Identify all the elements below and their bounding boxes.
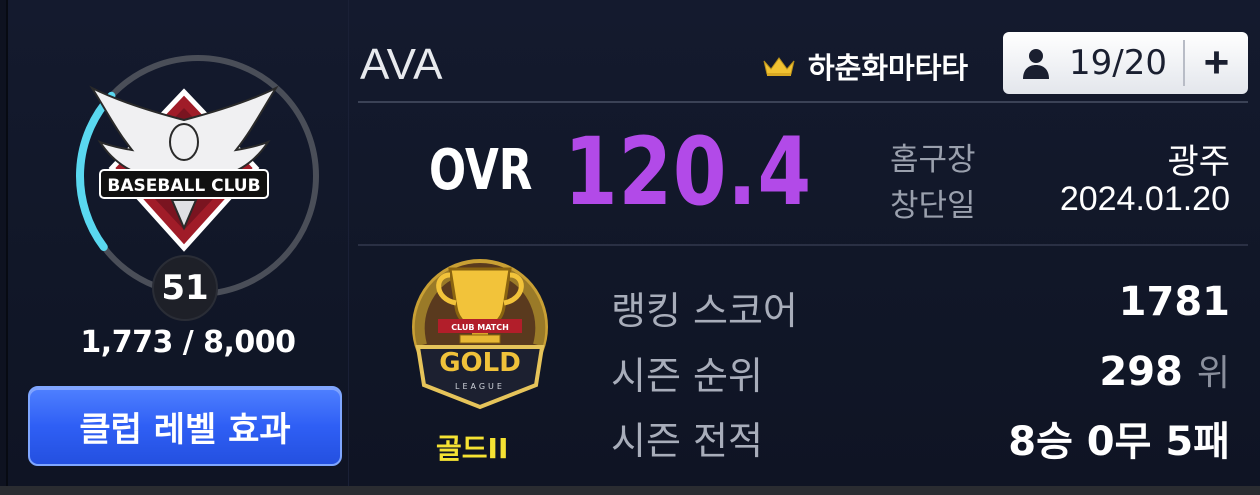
owner-name: 하춘화마타타 bbox=[808, 51, 969, 85]
gold-league-emblem: CLUB MATCH GOLD LEAGUE bbox=[412, 259, 548, 410]
club-name: AVA bbox=[360, 40, 444, 89]
ranking-score-label: 랭킹 스코어 bbox=[611, 289, 798, 333]
ovr-label: OVR bbox=[429, 138, 533, 203]
club-owner: 하춘화마타타 bbox=[762, 46, 968, 86]
bottom-strip bbox=[0, 486, 1260, 495]
home-stadium-value: 광주 bbox=[1167, 143, 1230, 181]
home-stadium-label: 홈구장 bbox=[890, 142, 976, 178]
club-exp-text: 1,773 / 8,000 bbox=[80, 325, 296, 360]
club-emblem: BASEBALL CLUB bbox=[89, 85, 279, 252]
member-count: 19/20 bbox=[1069, 43, 1167, 83]
season-rank-label: 시즌 순위 bbox=[611, 354, 763, 398]
club-level-badge: 51 bbox=[152, 255, 218, 321]
ovr-value: 120.4 bbox=[564, 118, 812, 227]
league-name: 골드II bbox=[436, 432, 509, 465]
emblem-text: BASEBALL CLUB bbox=[107, 176, 260, 196]
league-emblem-top-text: CLUB MATCH bbox=[451, 323, 509, 332]
section-divider bbox=[358, 244, 1248, 246]
season-rank: 298 위 bbox=[1099, 344, 1230, 396]
league-emblem-title: GOLD bbox=[439, 348, 521, 378]
add-member-button[interactable]: + bbox=[1185, 32, 1248, 94]
ranking-score-value: 1781 bbox=[1118, 279, 1230, 325]
person-icon bbox=[1023, 49, 1049, 79]
column-divider bbox=[348, 0, 349, 488]
season-rank-value: 298 bbox=[1099, 349, 1183, 395]
header-divider bbox=[358, 101, 1248, 103]
crown-icon bbox=[763, 57, 795, 76]
founded-date-label: 창단일 bbox=[890, 188, 976, 224]
member-count-box: 19/20 + bbox=[1003, 32, 1248, 94]
season-record-label: 시즌 전적 bbox=[611, 419, 763, 463]
founded-date-value: 2024.01.20 bbox=[1059, 180, 1230, 218]
league-emblem-sub: LEAGUE bbox=[455, 382, 505, 391]
club-level-effect-button[interactable]: 클럽 레벨 효과 bbox=[28, 386, 342, 466]
club-level-section: BASEBALL CLUB 51 1,773 / 8,000 클럽 레벨 효과 bbox=[28, 0, 348, 488]
club-info-panel: BASEBALL CLUB 51 1,773 / 8,000 클럽 레벨 효과 … bbox=[6, 0, 1260, 488]
season-record-value: 8승 0무 5패 bbox=[1008, 419, 1230, 465]
season-rank-unit: 위 bbox=[1196, 353, 1230, 394]
